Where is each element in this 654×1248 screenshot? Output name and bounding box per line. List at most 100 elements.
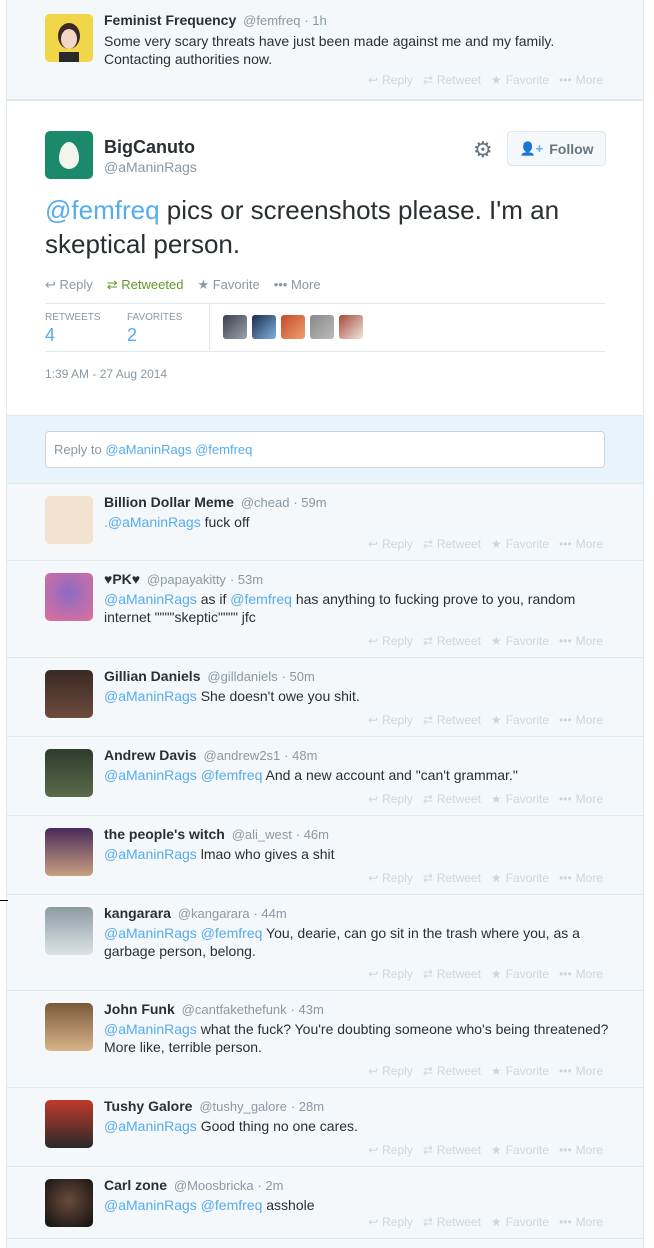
mention-link[interactable]: @aManinRags (104, 1021, 197, 1037)
favorite-button[interactable]: ★ Favorite (491, 73, 549, 87)
user-handle[interactable]: @tushy_galore (199, 1099, 287, 1114)
user-name[interactable]: BigCanuto (104, 137, 195, 158)
retweet-button[interactable]: ⇄ Retweet (423, 73, 481, 87)
more-button[interactable]: ••• More (559, 713, 603, 727)
tweet-time[interactable]: · 59m (293, 495, 326, 510)
mention-link[interactable]: @aManinRags (104, 688, 197, 704)
avatar[interactable] (45, 573, 93, 621)
mention-link[interactable]: @aManinRags (104, 591, 197, 607)
reply-tweet[interactable]: Tushy Galore @tushy_galore · 28m @aManin… (7, 1088, 643, 1167)
more-button[interactable]: ••• More (559, 73, 603, 87)
user-handle[interactable]: @ali_west (232, 827, 292, 842)
user-name[interactable]: Billion Dollar Meme (104, 494, 234, 510)
user-name[interactable]: Carl zone (104, 1177, 167, 1193)
favorite-button[interactable]: ★ Favorite (491, 1143, 549, 1157)
user-handle[interactable]: @femfreq (243, 13, 300, 28)
user-name[interactable]: John Funk (104, 1001, 175, 1017)
user-name[interactable]: Andrew Davis (104, 747, 197, 763)
avatar[interactable] (45, 1003, 93, 1051)
user-handle[interactable]: @gilldaniels (207, 669, 277, 684)
avatar[interactable] (45, 749, 93, 797)
retweet-button[interactable]: ⇄ Retweet (423, 792, 481, 806)
more-button[interactable]: ••• More (559, 634, 603, 648)
retweet-button[interactable]: ⇄ Retweet (423, 713, 481, 727)
more-button[interactable]: ••• More (559, 1143, 603, 1157)
retweets-count[interactable]: 4 (45, 325, 55, 346)
user-name[interactable]: Tushy Galore (104, 1098, 192, 1114)
reply-button[interactable]: ↩ Reply (368, 1143, 413, 1157)
user-handle[interactable]: @kangarara (178, 906, 250, 921)
mention-link[interactable]: @aManinRags @femfreq (104, 925, 262, 941)
retweet-button[interactable]: ⇄ Retweet (423, 871, 481, 885)
reply-button[interactable]: ↩ Reply (45, 277, 93, 293)
user-handle[interactable]: @papayakitty (147, 572, 226, 587)
user-handle[interactable]: @chead (241, 495, 290, 510)
retweet-button[interactable]: ⇄ Retweet (423, 1215, 481, 1229)
tweet-time[interactable]: · 2m (257, 1178, 283, 1193)
avatar[interactable] (310, 315, 334, 339)
reply-button[interactable]: ↩ Reply (368, 871, 413, 885)
avatar[interactable] (339, 315, 363, 339)
mention-link[interactable]: @aManinRags @femfreq (104, 1197, 262, 1213)
reply-tweet[interactable]: Billion Dollar Meme @chead · 59m .@aMani… (7, 484, 643, 561)
avatar[interactable] (223, 315, 247, 339)
more-button[interactable]: ••• More (559, 1064, 603, 1078)
user-handle[interactable]: @aManinRags (104, 159, 197, 175)
mention-link[interactable]: @femfreq (45, 195, 160, 225)
mention-link[interactable]: .@aManinRags (104, 514, 201, 530)
avatar[interactable] (45, 1100, 93, 1148)
user-name[interactable]: ♥PK♥ (104, 571, 140, 587)
favorite-button[interactable]: ★ Favorite (491, 792, 549, 806)
mention-link[interactable]: @aManinRags (104, 846, 197, 862)
user-name[interactable]: Feminist Frequency (104, 12, 236, 28)
reply-button[interactable]: ↩ Reply (368, 1215, 413, 1229)
favorite-button[interactable]: ★ Favorite (491, 1215, 549, 1229)
more-button[interactable]: ••• More (559, 537, 603, 551)
user-handle[interactable]: @andrew2s1 (203, 748, 280, 763)
avatar[interactable] (45, 828, 93, 876)
reply-button[interactable]: ↩ Reply (368, 713, 413, 727)
avatar[interactable] (252, 315, 276, 339)
avatar[interactable] (45, 131, 93, 179)
user-name[interactable]: the people's witch (104, 826, 225, 842)
avatar[interactable] (45, 1179, 93, 1227)
avatar[interactable] (45, 496, 93, 544)
favorite-button[interactable]: ★ Favorite (491, 1064, 549, 1078)
parent-tweet[interactable]: Feminist Frequency @femfreq · 1h Some ve… (7, 0, 643, 100)
tweet-time[interactable]: · 48m (284, 748, 317, 763)
user-handle[interactable]: @cantfakethefunk (182, 1002, 287, 1017)
retweet-button[interactable]: ⇄ Retweet (423, 634, 481, 648)
favorite-button[interactable]: ★ Favorite (491, 713, 549, 727)
follow-button[interactable]: 👤+ Follow (507, 131, 606, 166)
tweet-time[interactable]: · 43m (291, 1002, 324, 1017)
favorite-button[interactable]: ★ Favorite (491, 537, 549, 551)
avatar[interactable] (281, 315, 305, 339)
tweet-time[interactable]: · 44m (253, 906, 286, 921)
more-button[interactable]: ••• More (559, 1215, 603, 1229)
reply-tweet[interactable]: the people's witch @ali_west · 46m @aMan… (7, 816, 643, 895)
avatar[interactable] (45, 907, 93, 955)
tweet-time[interactable]: · 28m (291, 1099, 324, 1114)
reply-button[interactable]: ↩ Reply (368, 792, 413, 806)
tweet-timestamp[interactable]: 1:39 AM - 27 Aug 2014 (45, 367, 167, 381)
retweet-button[interactable]: ⇄ Retweet (423, 1143, 481, 1157)
more-button[interactable]: ••• More (274, 277, 321, 293)
more-button[interactable]: ••• More (559, 792, 603, 806)
gear-icon[interactable]: ⚙ (473, 137, 493, 163)
mention-link[interactable]: @aManinRags @femfreq (104, 767, 262, 783)
favorite-button[interactable]: ★ Favorite (491, 871, 549, 885)
reply-button[interactable]: ↩ Reply (368, 1064, 413, 1078)
mention-link[interactable]: @femfreq (230, 591, 292, 607)
reply-button[interactable]: ↩ Reply (368, 634, 413, 648)
retweet-button[interactable]: ⇄ Retweet (423, 537, 481, 551)
tweet-time[interactable]: · 50m (282, 669, 315, 684)
reply-tweet[interactable]: John Funk @cantfakethefunk · 43m @aManin… (7, 991, 643, 1088)
more-button[interactable]: ••• More (559, 871, 603, 885)
reply-tweet[interactable]: kangarara @kangarara · 44m @aManinRags @… (7, 895, 643, 991)
reply-tweet[interactable]: Gillian Daniels @gilldaniels · 50m @aMan… (7, 658, 643, 737)
more-button[interactable]: ••• More (559, 967, 603, 981)
favorite-button[interactable]: ★ Favorite (197, 277, 259, 293)
favorite-button[interactable]: ★ Favorite (491, 967, 549, 981)
tweet-time[interactable]: · 1h (304, 13, 326, 28)
retweet-button[interactable]: ⇄ Retweet (423, 1064, 481, 1078)
